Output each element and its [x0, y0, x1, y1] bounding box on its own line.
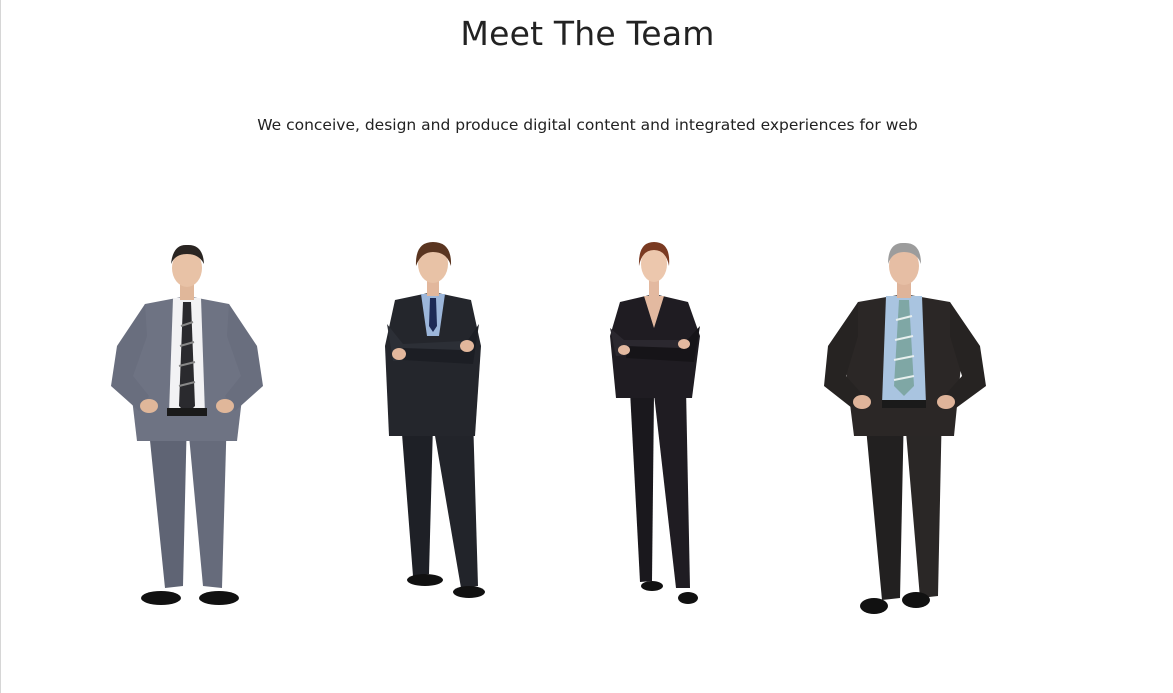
person-3-figure	[610, 242, 700, 604]
section-subtitle: We conceive, design and produce digital …	[257, 116, 918, 134]
person-2-figure	[385, 242, 485, 598]
person-1-figure	[111, 244, 263, 605]
page-title: Meet The Team	[460, 14, 715, 53]
person-4-figure	[824, 242, 986, 614]
team-member-2-photo	[333, 236, 533, 621]
team-member-3-photo	[554, 236, 754, 621]
team-section: Meet The Team We conceive, design and pr…	[0, 0, 1173, 693]
team-member-4-photo	[804, 236, 1004, 621]
team-member-1-photo	[87, 236, 287, 621]
